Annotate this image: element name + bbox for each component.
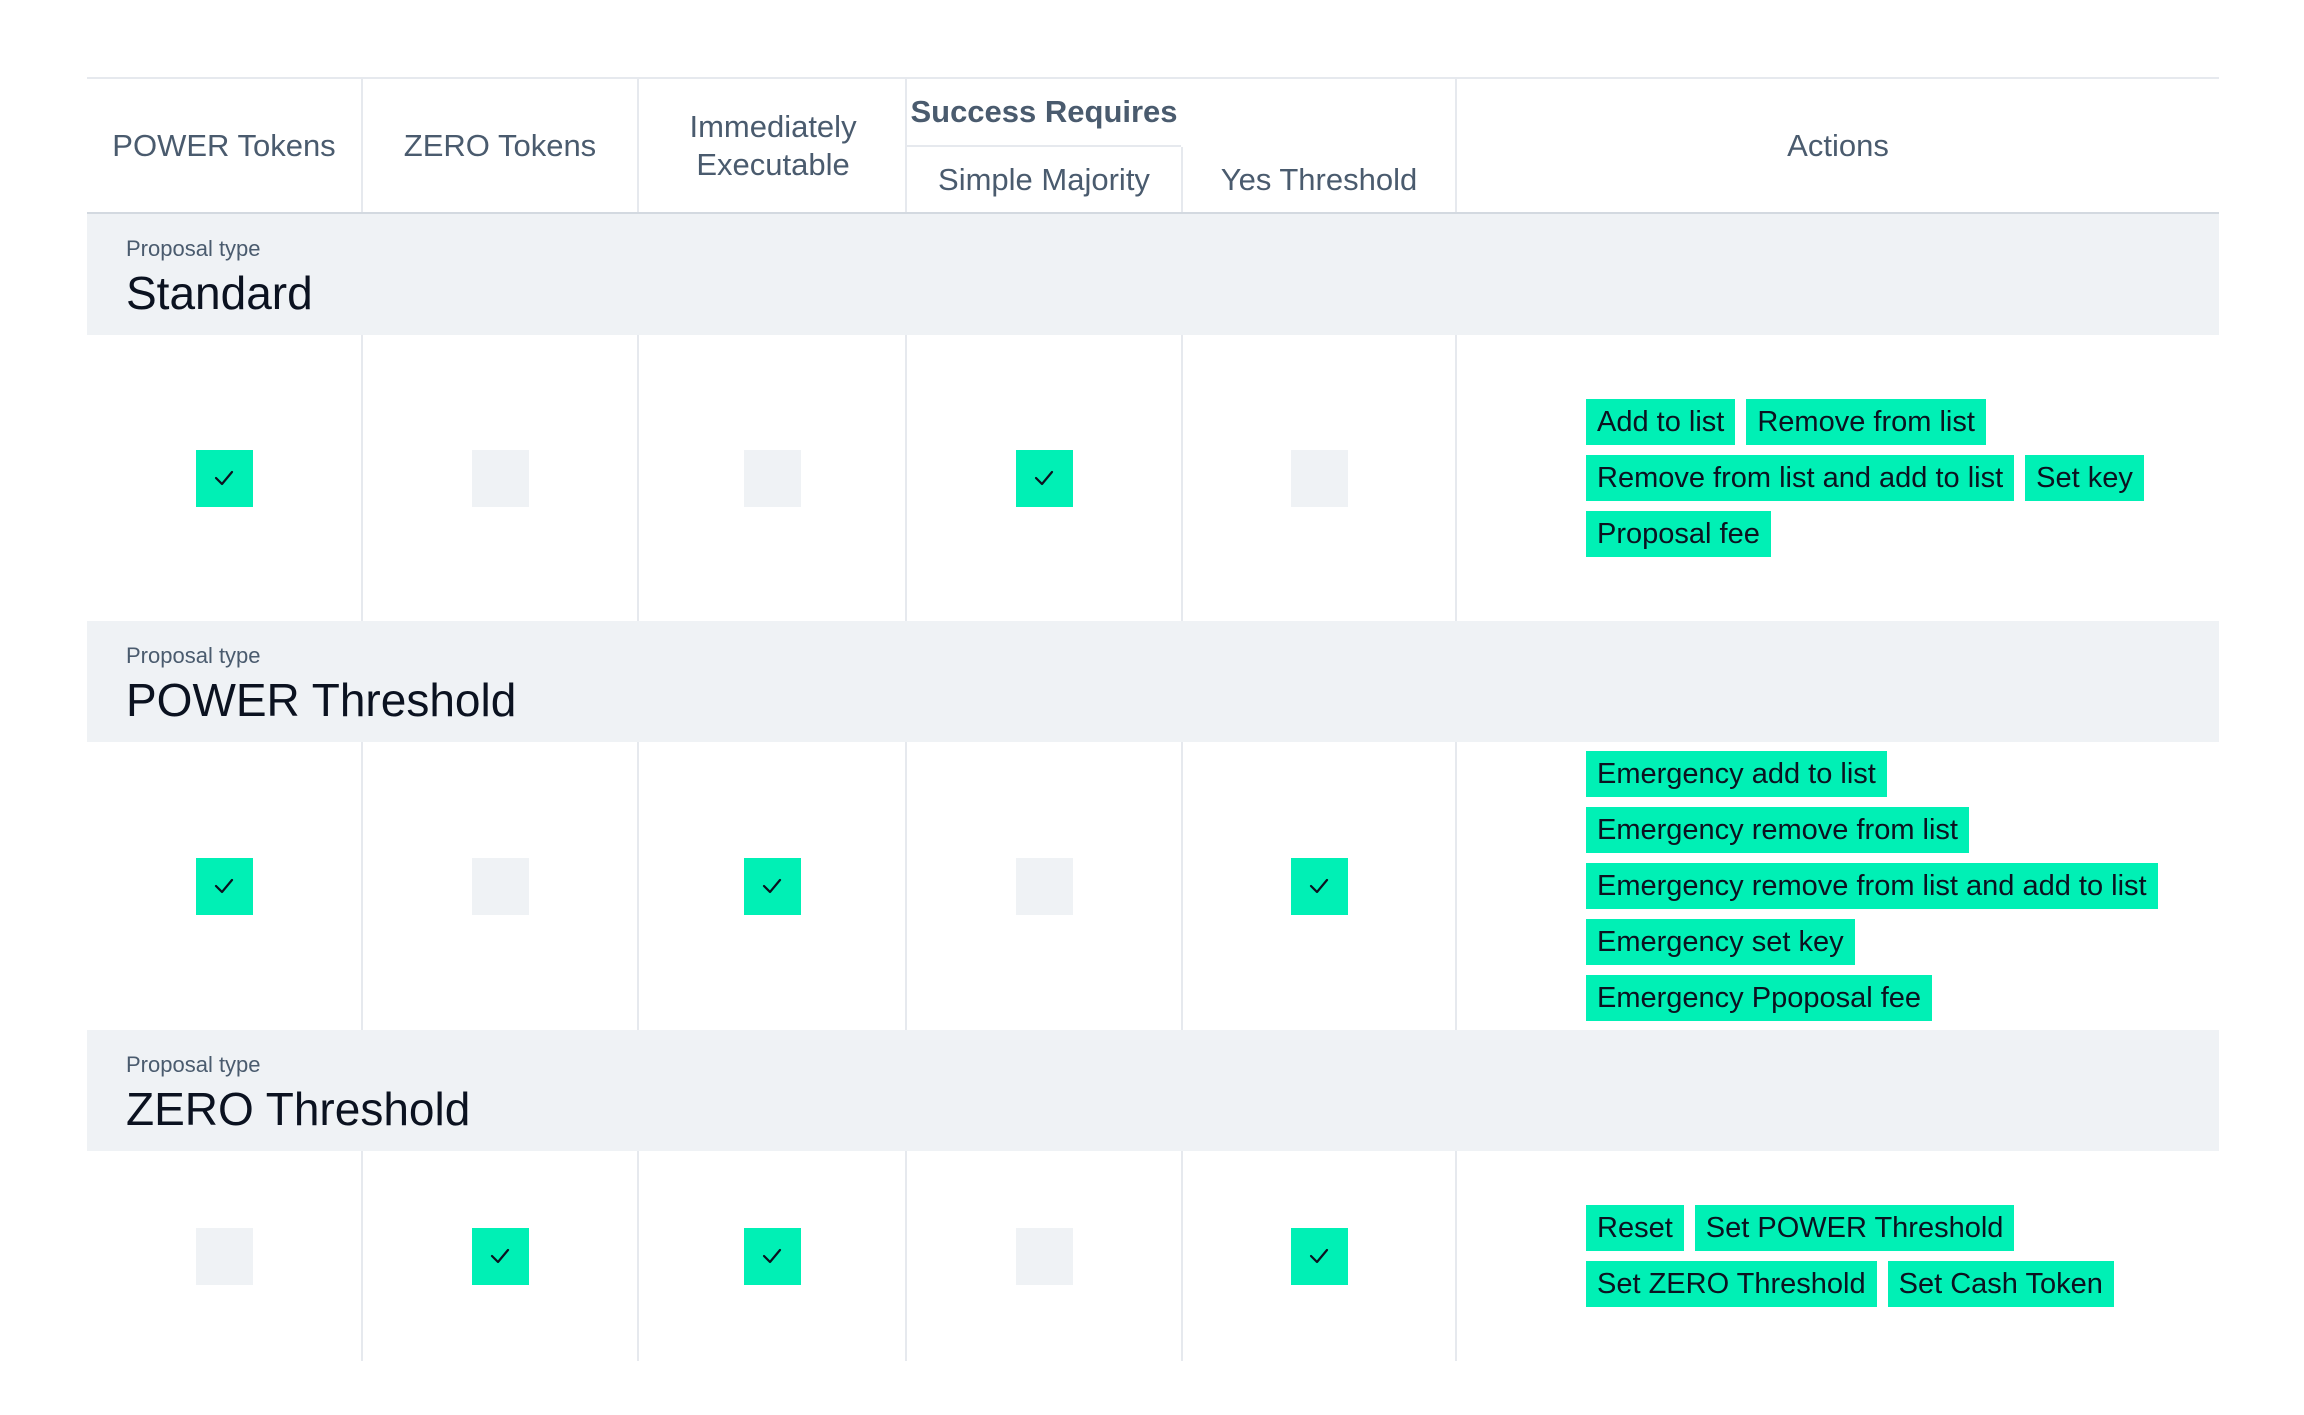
header-simple-majority: Simple Majority [938,161,1150,197]
header-power-tokens: POWER Tokens [112,127,336,163]
cell-power-tokens [87,335,363,621]
checkbox-zero-tokens [471,449,529,507]
table-row: Emergency add to list Emergency remove fr… [87,742,2219,1030]
cell-power-tokens [87,1151,363,1361]
proposal-type-name: Standard [126,267,313,319]
action-tag: Reset [1586,1205,1684,1251]
header-immediately-executable: Immediately Executable [689,108,857,182]
checkmark-icon [490,1248,510,1264]
checkmark-icon [1309,878,1329,894]
action-tag: Remove from list [1746,399,1986,445]
action-tag: Emergency Ppoposal fee [1586,975,1933,1021]
cell-power-tokens [87,742,363,1030]
actions-list: Emergency add to list Emergency remove fr… [1586,742,2179,1030]
action-tag: Emergency set key [1586,919,1855,965]
cell-immediately-executable [639,1151,907,1361]
action-tag: Set POWER Threshold [1694,1205,2015,1251]
header-success-requires: Success Requires [910,94,1178,129]
action-tag: Set ZERO Threshold [1586,1261,1877,1307]
action-tag: Proposal fee [1586,511,1771,557]
header-yes-threshold: Yes Threshold [1220,161,1418,197]
cell-zero-tokens [363,335,639,621]
table-row: Reset Set POWER Threshold Set ZERO Thresho… [87,1151,2219,1361]
checkbox-immediately-executable [743,857,801,915]
proposal-type-label: Proposal type [126,643,261,668]
action-tag: Emergency remove from list [1586,807,1969,853]
proposal-section: Proposal type POWER Threshold Emergency … [87,621,2219,1030]
checkbox-simple-majority [1015,857,1073,915]
checkbox-simple-majority [1015,1227,1073,1285]
header-zero-tokens: ZERO Tokens [403,127,597,163]
action-tag: Emergency remove from list and add to li… [1586,863,2158,909]
proposal-type-name: POWER Threshold [126,674,517,726]
checkbox-power-tokens [195,449,253,507]
cell-yes-threshold [1183,335,1457,621]
table-header: POWER Tokens ZERO Tokens Immediately Exe… [87,77,2219,214]
cell-simple-majority [907,1151,1183,1361]
cell-yes-threshold [1183,742,1457,1030]
checkbox-simple-majority [1015,449,1073,507]
table-row: Add to list Remove from list Remove from l… [87,335,2219,621]
proposal-type-label: Proposal type [126,236,261,261]
checkbox-power-tokens [195,1227,253,1285]
actions-list: Add to list Remove from list Remove from l… [1586,335,2179,621]
checkbox-immediately-executable [743,449,801,507]
cell-simple-majority [907,335,1183,621]
checkmark-icon [762,1248,782,1264]
proposal-type-band: Proposal type ZERO Threshold [87,1030,2219,1151]
cell-simple-majority [907,742,1183,1030]
header-actions: Actions [1787,127,1889,163]
action-tag: Emergency add to list [1586,751,1887,797]
checkbox-yes-threshold [1290,449,1348,507]
checkbox-yes-threshold [1290,1227,1348,1285]
proposal-type-label: Proposal type [126,1052,261,1077]
proposal-section: Proposal type Standard Add to list Remove… [87,214,2219,621]
cell-zero-tokens [363,1151,639,1361]
proposal-type-band: Proposal type POWER Threshold [87,621,2219,742]
action-tag: Set Cash Token [1887,1261,2114,1307]
proposal-section: Proposal type ZERO Threshold Reset Set PO… [87,1030,2219,1361]
cell-zero-tokens [363,742,639,1030]
action-tag: Remove from list and add to list [1586,455,2015,501]
checkmark-icon [214,878,234,894]
checkbox-zero-tokens [471,857,529,915]
checkmark-icon [214,470,234,486]
checkbox-yes-threshold [1290,857,1348,915]
checkbox-immediately-executable [743,1227,801,1285]
cell-immediately-executable [639,335,907,621]
proposal-types-table: POWER Tokens ZERO Tokens Immediately Exe… [87,77,2219,1361]
proposal-type-band: Proposal type Standard [87,214,2219,335]
action-tag: Set key [2025,455,2144,501]
cell-immediately-executable [639,742,907,1030]
actions-list: Reset Set POWER Threshold Set ZERO Thresho… [1586,1151,2179,1361]
proposal-type-name: ZERO Threshold [126,1083,471,1135]
checkbox-power-tokens [195,857,253,915]
checkmark-icon [1034,470,1054,486]
checkmark-icon [1309,1248,1329,1264]
checkmark-icon [762,878,782,894]
cell-yes-threshold [1183,1151,1457,1361]
action-tag: Add to list [1586,399,1736,445]
checkbox-zero-tokens [471,1227,529,1285]
